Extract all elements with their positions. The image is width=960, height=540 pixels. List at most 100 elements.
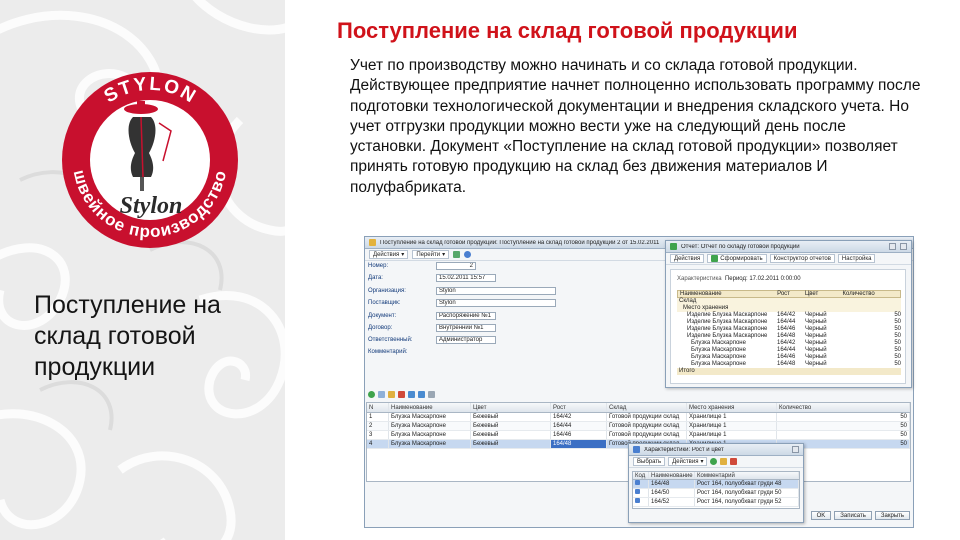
date-field[interactable]: 15.02.2011 15:57 (436, 274, 496, 282)
report-sheet: Характеристика Период: 17.02.2011 0:00:0… (670, 269, 906, 384)
column-header[interactable]: Цвет (471, 403, 551, 412)
column-header[interactable]: Склад (607, 403, 687, 412)
column-header[interactable]: Код (633, 472, 649, 479)
report-window: Отчет: Отчет по складу готовой продукции… (665, 240, 912, 388)
logo-brand-script: Stylon (120, 193, 183, 219)
goto-menu-button[interactable]: Перейти ▾ (412, 250, 450, 259)
supplier-field[interactable]: Stylon (436, 299, 556, 307)
help-icon[interactable] (464, 251, 472, 258)
generate-report-button[interactable]: Сформировать (707, 254, 767, 263)
report-row: Блузка Маскарпоне 164/44 Черный 50 (691, 347, 901, 353)
report-settings-button[interactable]: Настройка (837, 254, 876, 263)
picker-actions-button[interactable]: Действия ▾ (668, 457, 708, 466)
report-window-title: Отчет: Отчет по складу готовой продукции (681, 243, 800, 250)
responsible-field[interactable]: Администратор (436, 336, 496, 344)
picker-titlebar: Характеристики: Рост и цвет (629, 444, 803, 456)
field-label: Номер: (368, 263, 389, 269)
report-group-row: Место хранения (677, 305, 901, 312)
close-window-button[interactable]: Закрыть (874, 510, 910, 520)
field-label: Ответственный: (368, 337, 413, 343)
report-header: Наименование Рост Цвет Количество (677, 290, 901, 298)
field-label: Организация: (368, 288, 406, 294)
list-item[interactable]: 164/50 Рост 164, полуобхват груди 50 (633, 489, 799, 498)
close-button[interactable] (900, 243, 907, 250)
column-header[interactable]: Количество (777, 403, 910, 412)
actions-menu-button[interactable]: Действия ▾ (369, 250, 409, 259)
sort-icon[interactable] (428, 390, 435, 398)
play-icon (711, 255, 719, 262)
report-row: Изделие Блузка Маскарпоне 164/48 Черный 50 (687, 333, 901, 339)
document-icon (369, 239, 376, 246)
page-title: Поступление на склад готовой продукции (337, 18, 798, 43)
table-row[interactable]: 2 Блузка Маскарпоне Бежевый 164/44 Готов… (367, 422, 910, 431)
characteristics-picker-window: Характеристики: Рост и цвет Выбрать Дейс… (628, 443, 804, 523)
ok-button[interactable]: OK (810, 510, 832, 520)
move-up-icon[interactable] (408, 390, 415, 398)
report-table: Наименование Рост Цвет Количество Склад … (677, 290, 901, 375)
table-row[interactable]: 1 Блузка Маскарпоне Бежевый 164/42 Готов… (367, 413, 910, 422)
report-row: Изделие Блузка Маскарпоне 164/46 Черный 50 (687, 326, 901, 332)
basis-document-field[interactable]: Распоряжение №1 (436, 312, 496, 320)
comment-field[interactable] (436, 348, 556, 356)
field-label: Документ: (368, 313, 397, 319)
item-icon (635, 498, 640, 503)
delete-row-icon[interactable] (398, 390, 405, 398)
left-panel: STYLON швейное производство Stylon Посту… (0, 0, 285, 540)
contract-field[interactable]: Внутренний №1 (436, 324, 496, 332)
report-builder-button[interactable]: Конструктор отчетов (769, 254, 835, 263)
report-rows: Изделие Блузка Маскарпоне 164/42 Черный 50 … (677, 312, 901, 368)
add-row-icon[interactable] (368, 390, 375, 398)
list-item-selected[interactable]: 164/48 Рост 164, полуобхват груди 48 (633, 480, 799, 489)
document-fields: Номер: 2 Дата: 15.02.2011 15:57 Организаци… (368, 262, 628, 382)
number-field[interactable]: 2 (436, 262, 476, 270)
table-row[interactable]: 3 Блузка Маскарпоне Бежевый 164/46 Готов… (367, 431, 910, 440)
item-icon (635, 480, 640, 485)
list-icon (633, 446, 640, 453)
close-button[interactable] (792, 446, 799, 453)
add-icon[interactable] (710, 458, 718, 465)
grid-header: N Наименование Цвет Рост Склад Место хра… (367, 403, 910, 413)
picker-header: Код Наименование Комментарий (633, 472, 799, 480)
column-header[interactable]: N (367, 403, 389, 412)
field-label: Поставщик: (368, 300, 401, 306)
report-group-row: Склад (677, 298, 901, 305)
column-header[interactable]: Место хранения (687, 403, 777, 412)
move-down-icon[interactable] (418, 390, 425, 398)
picker-grid: Код Наименование Комментарий 164/48 Рост… (632, 471, 800, 509)
picker-title: Характеристики: Рост и цвет (644, 446, 724, 453)
body-text: Учет по производству можно начинать и со… (350, 57, 921, 196)
grid-toolbar (368, 389, 488, 399)
report-icon (670, 243, 677, 250)
save-button[interactable]: Записать (834, 510, 872, 520)
side-title: Поступление на склад готовой продукции (34, 291, 221, 381)
delete-icon[interactable] (730, 458, 738, 465)
edit-row-icon[interactable] (388, 390, 395, 398)
select-button[interactable]: Выбрать (633, 457, 666, 466)
list-item[interactable]: 164/52 Рост 164, полуобхват груди 52 (633, 498, 799, 507)
report-period: Характеристика Период: 17.02.2011 0:00:0… (677, 276, 801, 282)
report-actions-button[interactable]: Действия (670, 254, 705, 263)
field-label: Дата: (368, 275, 383, 281)
report-row: Изделие Блузка Маскарпоне 164/42 Черный 50 (687, 312, 901, 318)
document-footer: OK Записать Закрыть (810, 508, 910, 522)
copy-row-icon[interactable] (378, 390, 385, 398)
minimize-button[interactable] (889, 243, 896, 250)
picker-toolbar: Выбрать Действия ▾ (629, 456, 803, 468)
refresh-icon[interactable] (453, 251, 461, 258)
report-row: Изделие Блузка Маскарпоне 164/44 Черный 50 (687, 319, 901, 325)
item-icon (635, 489, 640, 494)
column-header[interactable]: Наименование (389, 403, 471, 412)
edit-icon[interactable] (720, 458, 728, 465)
report-window-titlebar: Отчет: Отчет по складу готовой продукции (666, 241, 911, 253)
organization-field[interactable]: Stylon (436, 287, 556, 295)
field-label: Комментарий: (368, 349, 408, 355)
report-row: Блузка Маскарпоне 164/46 Черный 50 (691, 354, 901, 360)
report-total-row: Итого (677, 368, 901, 375)
column-header[interactable]: Наименование (649, 472, 695, 479)
field-label: Договор: (368, 325, 393, 331)
column-header[interactable]: Рост (551, 403, 607, 412)
report-row: Блузка Маскарпоне 164/48 Черный 50 (691, 361, 901, 367)
column-header[interactable]: Комментарий (695, 472, 799, 479)
report-toolbar: Действия Сформировать Конструктор отчето… (666, 253, 911, 265)
report-row: Блузка Маскарпоне 164/42 Черный 50 (691, 340, 901, 346)
